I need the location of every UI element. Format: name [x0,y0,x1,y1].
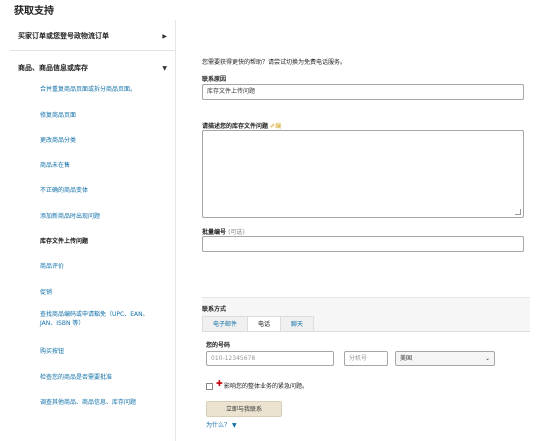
sidebar-item-buy-box[interactable]: 购买按钮 [40,346,175,358]
country-select[interactable]: 美国 ⌄ [395,351,495,366]
sidebar-item-approval[interactable]: 检查您的商品是否需要批准 [40,372,175,384]
contact-method-panel: 联系方式 电子邮件 电话 聊天 您的号码 010-12345678 分机号 美国… [202,297,530,441]
support-form: 您需要获得更快的帮助？请尝试切换为免费电话服务。 联系原因 库存文件上传问题 请… [192,20,547,441]
sidebar-item-product-codes[interactable]: 查找商品编码或申请豁免（UPC、EAN、JAN、ISBN 等） [40,310,160,330]
sidebar-section-label: 买家订单或您登号政物流订单 [18,32,109,40]
sidebar-item-reviews[interactable]: 商品评价 [40,261,175,273]
batch-label: 批量编号 (可选) [202,227,245,236]
tab-phone[interactable]: 电话 [247,316,282,332]
why-link-text: 为什么？ [206,422,231,429]
sidebar-item-variations[interactable]: 不正确的商品变体 [40,185,175,197]
intro-text: 您需要获得更快的帮助？请尝试切换为免费电话服务。 [202,59,347,66]
sidebar-section-label: 商品、商品信息或库存 [18,64,88,72]
contact-tabs: 电子邮件 电话 聊天 [202,316,315,332]
divider [10,50,175,51]
chevron-down-icon: ▼ [162,64,167,72]
pencil-icon: ✐编 [270,123,282,130]
sidebar-item-other-issues[interactable]: 调查其他商品、商品信息、库存问题 [40,397,175,409]
phone-number-input[interactable]: 010-12345678 [206,351,334,366]
sidebar-item-add-product[interactable]: 添加新商品时出现问题 [40,211,175,223]
batch-label-text: 批量编号 [202,229,227,236]
contact-method-label: 联系方式 [202,306,227,313]
tab-email[interactable]: 电子邮件 [202,316,249,332]
page-title: 获取支持 [14,6,54,17]
sidebar-section-orders[interactable]: 买家订单或您登号政物流订单 ▶ [10,28,175,44]
sidebar-item-inventory-upload[interactable]: 库存文件上传问题 [40,236,175,248]
tab-chat[interactable]: 聊天 [280,316,315,332]
sidebar: 买家订单或您登号政物流订单 ▶ 商品、商品信息或库存 ▼ 合并重复商品页面或拆分… [10,20,176,441]
extension-input[interactable]: 分机号 [344,351,388,366]
chevron-right-icon: ▶ [162,32,167,40]
call-me-button[interactable]: 立即与我联系 [206,401,282,417]
phone-tab-panel: 您的号码 010-12345678 分机号 美国 ⌄ ✚ 影响您的整体业务的紧急… [202,331,530,441]
sidebar-section-products[interactable]: 商品、商品信息或库存 ▼ [10,60,175,76]
phone-label: 您的号码 [206,342,231,349]
optional-hint: (可选) [228,229,245,236]
red-cross-icon: ✚ [216,379,223,388]
country-value: 美国 [400,355,413,362]
reason-label: 联系原因 [202,76,227,83]
describe-label-text: 请描述您的库存文件问题 [202,123,269,130]
sidebar-item-promotions[interactable]: 促销 [40,287,175,299]
sidebar-item-not-for-sale[interactable]: 商品未在售 [40,160,175,172]
urgent-text: 影响您的整体业务的紧急问题。 [224,383,309,390]
description-textarea[interactable] [202,130,524,218]
why-link[interactable]: 为什么？ ▼ [206,420,237,429]
resize-handle-icon[interactable] [515,209,521,215]
chevron-down-icon: ▼ [231,422,237,429]
chevron-down-icon: ⌄ [484,355,490,362]
batch-number-input[interactable] [202,236,524,252]
urgent-checkbox[interactable] [206,383,213,390]
reason-field[interactable]: 库存文件上传问题 [202,84,524,100]
sidebar-item-change-category[interactable]: 更改商品分类 [40,135,175,147]
sidebar-item-merge-pages[interactable]: 合并重复商品页面或拆分商品页面。 [40,84,175,96]
sidebar-item-fix-page[interactable]: 修复商品页面 [40,110,175,122]
describe-label: 请描述您的库存文件问题 ✐编 [202,121,281,130]
